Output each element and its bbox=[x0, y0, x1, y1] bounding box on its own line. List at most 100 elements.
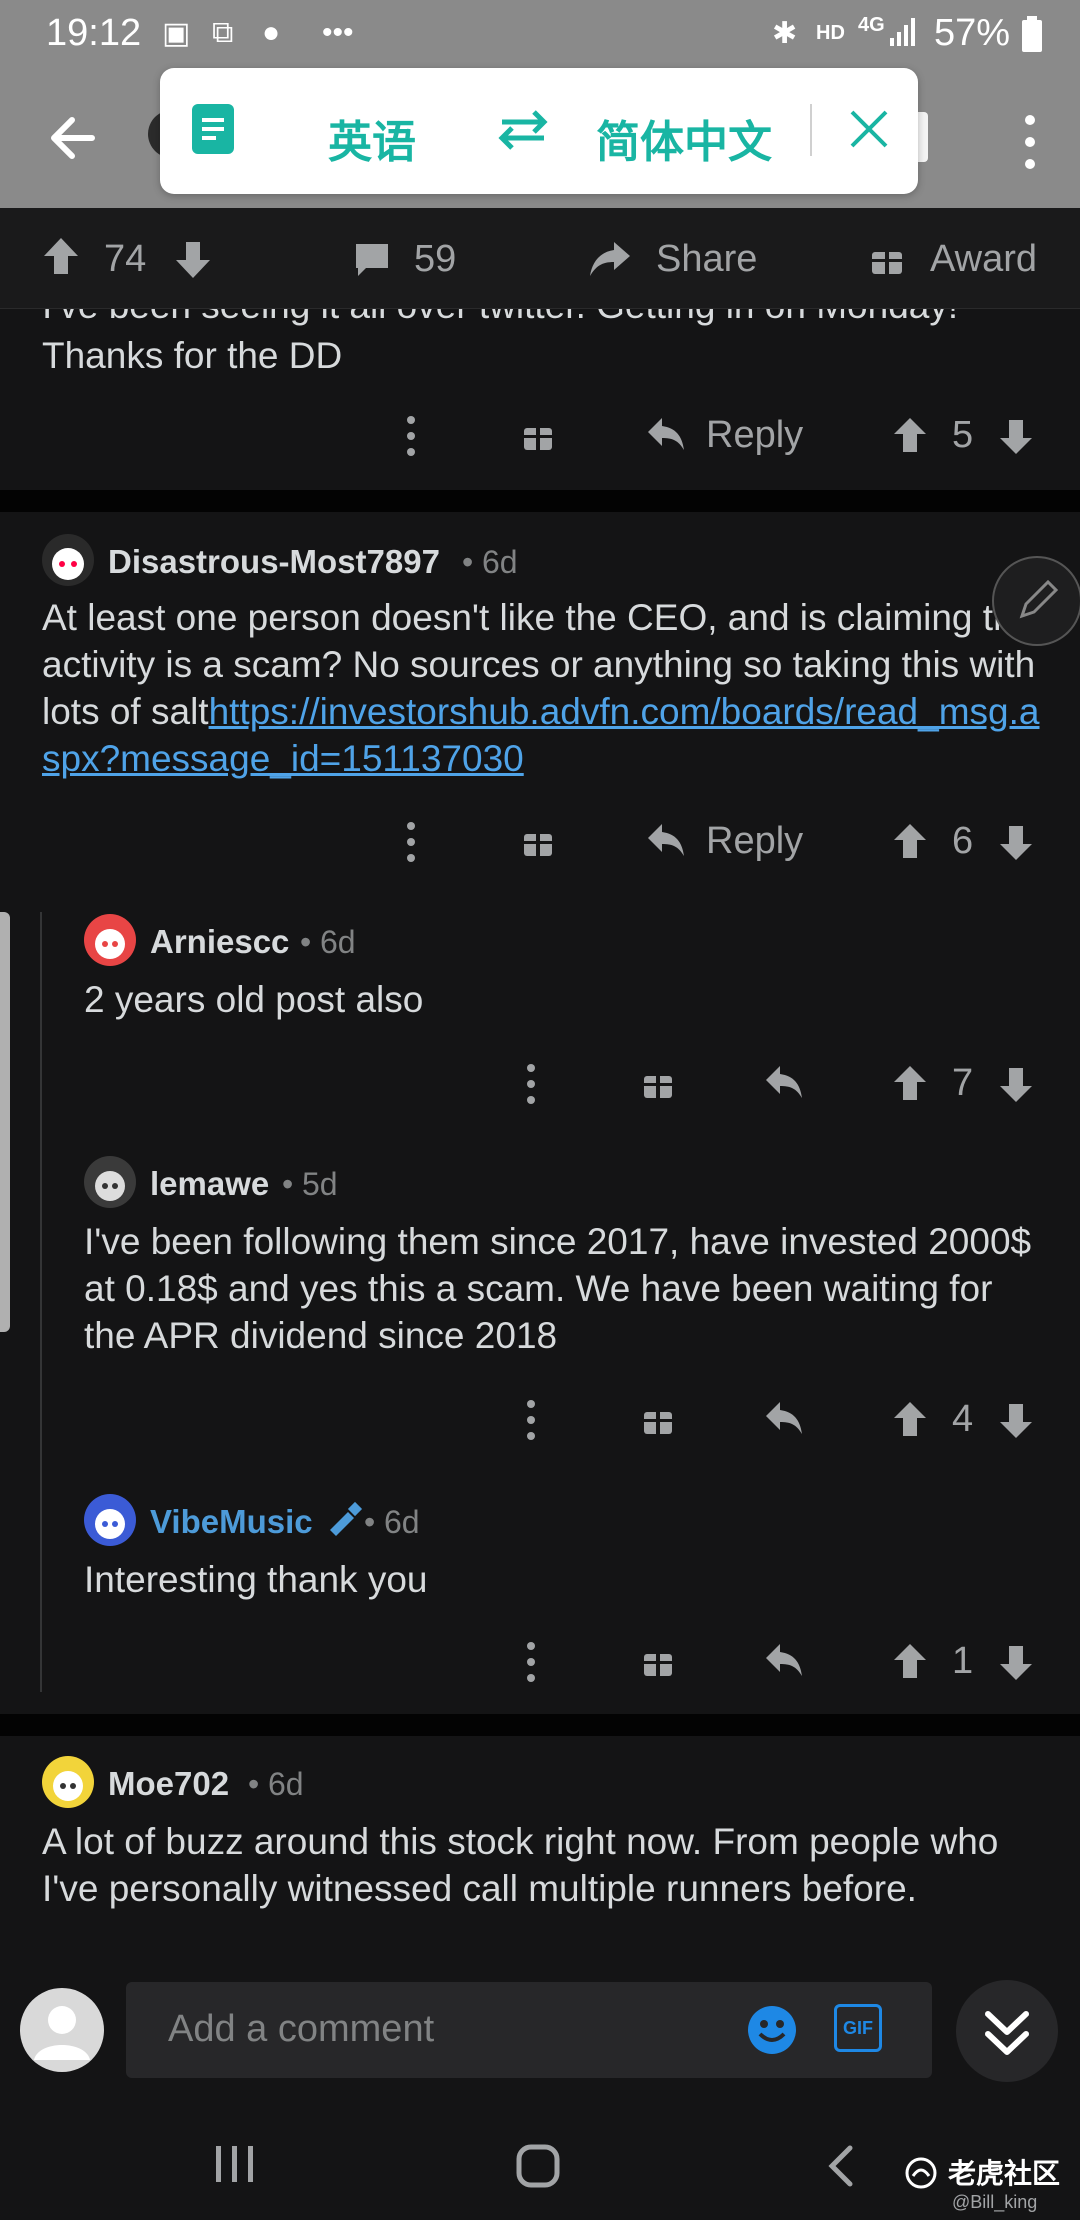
tiger-logo-icon bbox=[904, 2156, 938, 2195]
upvote-icon[interactable] bbox=[892, 1064, 928, 1107]
dot-separator: • bbox=[282, 1166, 294, 1202]
comment-separator bbox=[0, 1714, 1080, 1736]
comment-score: 1 bbox=[952, 1640, 974, 1682]
comment-author-mod[interactable]: VibeMusic bbox=[150, 1503, 313, 1541]
comment-author[interactable]: Moe702 bbox=[108, 1765, 229, 1803]
comment-body: Interesting thank you bbox=[84, 1559, 428, 1600]
award-icon[interactable] bbox=[870, 240, 904, 281]
reply-icon[interactable] bbox=[646, 822, 686, 863]
dot-separator: • bbox=[300, 924, 312, 960]
comment-body: 2 years old post also bbox=[84, 979, 424, 1020]
double-chevron-down-icon bbox=[985, 2011, 1029, 2055]
award-icon[interactable] bbox=[642, 1404, 674, 1441]
more-options-icon[interactable] bbox=[524, 1640, 538, 1689]
share-button[interactable]: Share bbox=[656, 238, 757, 281]
more-options-icon[interactable] bbox=[524, 1398, 538, 1447]
document-icon[interactable] bbox=[192, 104, 234, 154]
translate-notification-icon: ⧉ bbox=[212, 16, 234, 49]
post-score: 74 bbox=[104, 238, 147, 280]
avatar[interactable] bbox=[84, 914, 136, 966]
user-avatar[interactable] bbox=[20, 1988, 104, 2072]
close-icon[interactable] bbox=[846, 106, 892, 157]
avatar[interactable] bbox=[84, 1156, 136, 1208]
status-bar: 19:12 ▣ ⧉ ● ••• ✱ HD 4G 57% bbox=[0, 0, 1080, 66]
comment-age: 6d bbox=[482, 544, 518, 580]
gallery-notification-icon: ▣ bbox=[162, 17, 191, 50]
scroll-down-button[interactable] bbox=[956, 1980, 1058, 2082]
watermark-brand: 老虎社区 bbox=[948, 2158, 1061, 2189]
reply-icon[interactable] bbox=[764, 1064, 804, 1105]
reply-button[interactable]: Reply bbox=[706, 820, 803, 863]
thread-line[interactable] bbox=[40, 912, 42, 1692]
avatar[interactable] bbox=[42, 1756, 94, 1808]
comment-author[interactable]: Arniescc bbox=[150, 923, 289, 961]
swap-languages-icon[interactable] bbox=[496, 104, 550, 159]
battery-percent: 57% bbox=[933, 12, 1010, 54]
source-language[interactable]: 英语 bbox=[328, 106, 416, 170]
comment-placeholder: Add a comment bbox=[168, 2008, 435, 2050]
comment-input[interactable]: Add a comment GIF bbox=[126, 1982, 932, 2078]
translate-bar: 英语 简体中文 bbox=[160, 68, 918, 194]
dot-separator: • bbox=[248, 1766, 260, 1802]
more-options-icon[interactable] bbox=[524, 1062, 538, 1111]
pencil-icon bbox=[1019, 579, 1059, 619]
comment-score: 4 bbox=[952, 1398, 974, 1440]
award-icon[interactable] bbox=[522, 826, 554, 863]
status-time: 19:12 bbox=[46, 12, 142, 54]
back-nav-icon[interactable] bbox=[826, 2144, 856, 2193]
reply-icon[interactable] bbox=[764, 1400, 804, 1441]
comment-icon[interactable] bbox=[352, 240, 392, 283]
reply-icon[interactable] bbox=[764, 1642, 804, 1683]
comment-score: 5 bbox=[952, 414, 974, 456]
post-action-bar: 74 59 Share Award bbox=[0, 208, 1080, 309]
award-icon[interactable] bbox=[642, 1068, 674, 1105]
reddit-notification-icon: ● bbox=[262, 16, 281, 49]
award-button[interactable]: Award bbox=[930, 238, 1037, 281]
reply-button[interactable]: Reply bbox=[706, 414, 803, 457]
comment-body: A lot of buzz around this stock right no… bbox=[42, 1821, 999, 1909]
avatar[interactable] bbox=[42, 534, 94, 586]
scroll-indicator[interactable] bbox=[0, 912, 10, 1332]
share-icon[interactable] bbox=[588, 238, 632, 283]
upvote-icon[interactable] bbox=[892, 822, 928, 865]
more-notifications-icon: ••• bbox=[322, 16, 354, 49]
comment-author[interactable]: Disastrous-Most7897 bbox=[108, 543, 440, 581]
upvote-icon[interactable] bbox=[42, 236, 80, 281]
reply-icon[interactable] bbox=[646, 416, 686, 457]
recent-apps-icon[interactable] bbox=[214, 2144, 258, 2189]
upvote-icon[interactable] bbox=[892, 416, 928, 459]
overflow-menu-button[interactable] bbox=[1010, 108, 1050, 178]
downvote-icon[interactable] bbox=[174, 240, 212, 285]
comment-age: 6d bbox=[320, 924, 356, 960]
target-language[interactable]: 简体中文 bbox=[596, 106, 772, 170]
emoji-icon[interactable] bbox=[746, 2004, 798, 2061]
comment-author[interactable]: lemawe bbox=[150, 1165, 269, 1203]
downvote-icon[interactable] bbox=[998, 1402, 1034, 1445]
bluetooth-icon: ✱ bbox=[772, 17, 798, 50]
edit-fab[interactable] bbox=[992, 556, 1080, 646]
comment-count: 59 bbox=[414, 238, 457, 280]
comment-bar: Add a comment GIF bbox=[0, 1958, 1080, 2108]
comment-score: 7 bbox=[952, 1062, 974, 1104]
award-icon[interactable] bbox=[642, 1646, 674, 1683]
more-options-icon[interactable] bbox=[404, 820, 418, 869]
comment-age: 6d bbox=[268, 1766, 304, 1802]
home-icon[interactable] bbox=[516, 2144, 560, 2193]
downvote-icon[interactable] bbox=[998, 1066, 1034, 1109]
award-icon[interactable] bbox=[522, 420, 554, 457]
battery-icon bbox=[1020, 16, 1044, 59]
comment-separator bbox=[0, 490, 1080, 512]
downvote-icon[interactable] bbox=[998, 418, 1034, 461]
gif-button[interactable]: GIF bbox=[834, 2004, 882, 2052]
back-button[interactable] bbox=[44, 108, 104, 168]
upvote-icon[interactable] bbox=[892, 1400, 928, 1443]
downvote-icon[interactable] bbox=[998, 1644, 1034, 1687]
avatar[interactable] bbox=[84, 1494, 136, 1546]
more-options-icon[interactable] bbox=[404, 414, 418, 463]
network-type: 4G bbox=[858, 14, 885, 36]
more-vertical-icon bbox=[1025, 115, 1035, 169]
hd-indicator: HD bbox=[816, 22, 845, 44]
downvote-icon[interactable] bbox=[998, 824, 1034, 867]
upvote-icon[interactable] bbox=[892, 1642, 928, 1685]
comment-body: I've been following them since 2017, hav… bbox=[84, 1221, 1032, 1356]
